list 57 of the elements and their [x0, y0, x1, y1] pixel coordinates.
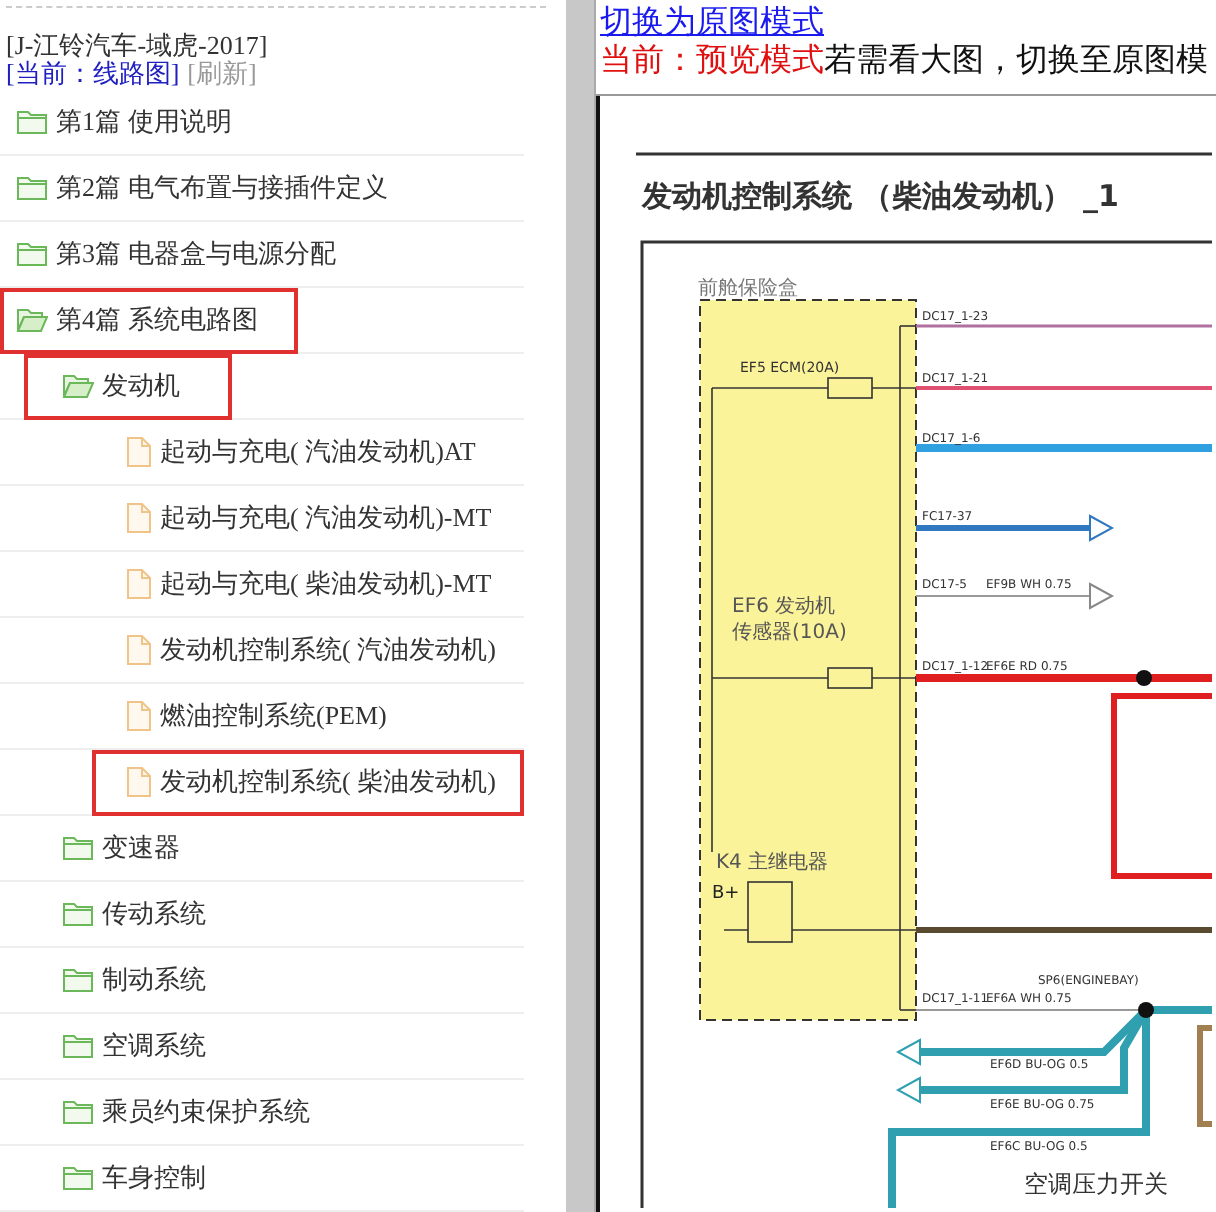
tree-item[interactable]: 发动机	[24, 353, 232, 419]
current-view-label: [当前：线路图]	[6, 60, 180, 88]
diagram-label: K4 主继电器	[716, 852, 829, 874]
tree-item[interactable]: 乘员约束保护系统	[24, 1079, 362, 1145]
tree-item[interactable]: 发动机控制系统( 汽油发动机)	[92, 617, 524, 683]
tree-item[interactable]: 第2篇 电气布置与接插件定义	[0, 155, 428, 221]
diagram-title: 发动机控制系统 （柴油发动机） _1	[642, 178, 1119, 214]
folder-icon	[16, 108, 48, 136]
diagram-label: 空调压力开关	[1024, 1170, 1168, 1198]
folder-icon	[62, 1098, 94, 1126]
open-folder-icon	[62, 372, 94, 400]
folder-icon	[62, 900, 94, 928]
tree-item[interactable]: 制动系统	[24, 947, 258, 1013]
document-icon	[126, 700, 152, 732]
hint-text: 若需看大图，切换至原图模	[824, 42, 1208, 80]
tree-item[interactable]: 第4篇 系统电路图	[0, 287, 298, 353]
folder-icon	[62, 1032, 94, 1060]
diagram-label: 前舱保险盒	[698, 278, 798, 300]
document-icon	[126, 436, 152, 468]
relay-symbol	[747, 881, 793, 943]
tree-item[interactable]: 变速器	[24, 815, 232, 881]
tree-item[interactable]: 起动与充电( 汽油发动机)AT	[92, 419, 504, 485]
connector-arrow	[895, 1076, 921, 1104]
folder-icon	[62, 834, 94, 862]
diagram-label: EF6 发动机	[732, 596, 836, 618]
scrollbar[interactable]	[566, 0, 596, 1212]
folder-icon	[62, 1164, 94, 1192]
switch-mode-link[interactable]: 切换为原图模式	[600, 4, 824, 42]
tree-item[interactable]: 燃油控制系统(PEM)	[92, 683, 415, 749]
fuse-symbol	[827, 667, 873, 689]
junction-dot	[1138, 1002, 1154, 1018]
diagram-label: B+	[712, 884, 740, 904]
junction-dot	[1136, 670, 1152, 686]
tree-item[interactable]: 第1篇 使用说明	[0, 89, 272, 155]
mode-label: 当前：预览模式	[600, 42, 824, 80]
tree-item[interactable]: 起动与充电( 柴油发动机)-MT	[92, 551, 520, 617]
component-outline	[1197, 1025, 1212, 1127]
diagram-label: 传感器(10A)	[732, 622, 847, 644]
folder-icon	[62, 966, 94, 994]
document-icon	[126, 766, 152, 798]
folder-icon	[16, 174, 48, 202]
tree-item[interactable]: 起动与充电( 汽油发动机)-MT	[92, 485, 520, 551]
open-folder-icon	[16, 306, 48, 334]
book-title: [J-江铃汽车-域虎-2017]	[6, 32, 270, 60]
fuse-symbol	[827, 377, 873, 399]
connector-arrow	[895, 1038, 921, 1066]
connector-arrow	[1089, 514, 1115, 542]
connector-arrow	[1089, 582, 1115, 610]
folder-icon	[16, 240, 48, 268]
tree-item[interactable]: 第3篇 电器盒与电源分配	[0, 221, 376, 287]
tree-item[interactable]: 车身控制	[24, 1145, 258, 1211]
document-icon	[126, 568, 152, 600]
document-icon	[126, 502, 152, 534]
tree-item[interactable]: 空调系统	[24, 1013, 258, 1079]
tree-item[interactable]: 传动系统	[24, 881, 258, 947]
document-icon	[126, 634, 152, 666]
tree-item[interactable]: 发动机控制系统( 柴油发动机)	[92, 749, 524, 815]
